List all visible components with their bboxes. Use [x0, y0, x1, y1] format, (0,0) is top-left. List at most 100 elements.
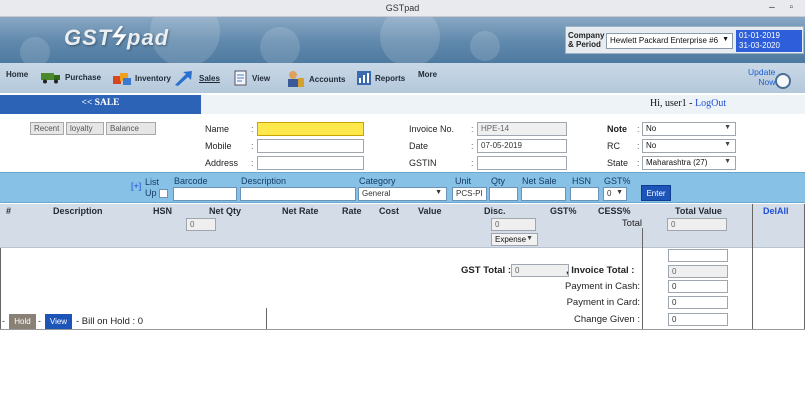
gst-select[interactable]: 0 ▼: [603, 187, 627, 201]
invoice-extra-field[interactable]: [668, 249, 728, 262]
chevron-down-icon: ▼: [526, 235, 533, 242]
list-label: List: [145, 177, 160, 187]
app-logo: GSTϟpad: [64, 21, 170, 51]
up-label: Up: [145, 188, 157, 198]
address-input[interactable]: [257, 156, 364, 170]
chevron-down-icon: ▼: [724, 124, 731, 131]
category-select[interactable]: General ▼: [358, 187, 447, 201]
chevron-down-icon: ▼: [616, 189, 623, 196]
col-number: #: [6, 206, 12, 216]
mobile-input[interactable]: [257, 139, 364, 153]
col-disc: Disc.: [484, 206, 506, 216]
col-rate: Rate: [342, 206, 362, 216]
update-icon[interactable]: [775, 73, 791, 89]
col-cost: Cost: [379, 206, 399, 216]
note-select[interactable]: No ▼: [642, 122, 736, 136]
col-value: Value: [418, 206, 442, 216]
payment-cash-input[interactable]: 0: [668, 280, 728, 293]
company-period-panel: Company & Period Hewlett Packard Enterpri…: [565, 26, 804, 54]
name-input[interactable]: [257, 122, 364, 136]
state-select[interactable]: Maharashtra (27) ▼: [642, 156, 736, 170]
date-label: Date: [409, 141, 429, 151]
net-qty-total-field: 0: [186, 218, 216, 231]
gst-total-field: 0: [511, 264, 569, 277]
qty-label: Qty: [491, 176, 506, 186]
chevron-down-icon: ▼: [724, 158, 731, 165]
app-header: GSTϟpad Company & Period Hewlett Packard …: [0, 17, 805, 63]
unit-select[interactable]: PCS-PI: [452, 187, 487, 201]
expense-select[interactable]: Expense ▼: [491, 233, 538, 246]
date-field[interactable]: 07-05-2019: [477, 139, 567, 153]
update-now-link[interactable]: Update Now: [748, 67, 775, 87]
chevron-down-icon: ▼: [722, 36, 729, 43]
reports-icon: [357, 71, 371, 85]
toolbar-sales[interactable]: Sales: [174, 70, 220, 86]
company-select[interactable]: Hewlett Packard Enterprise #6 ▼: [606, 33, 733, 49]
loyalty-button[interactable]: loyalty: [66, 122, 104, 135]
hsn-label: HSN: [572, 176, 592, 186]
delete-all-link[interactable]: DelAll: [763, 206, 789, 216]
main-toolbar: Home Purchase Inventory Sales View Accou…: [0, 63, 805, 93]
toolbar-inventory[interactable]: Inventory: [112, 70, 171, 86]
logout-link[interactable]: LogOut: [695, 98, 726, 109]
accounts-person-icon: [288, 71, 304, 87]
invoice-no-field: HPE-14: [477, 122, 567, 136]
window-controls[interactable]: – ▫: [769, 2, 799, 13]
bill-on-hold-status: - Bill on Hold : 0: [76, 316, 144, 327]
chevron-down-icon: ▼: [435, 189, 442, 196]
gstin-input[interactable]: [477, 156, 567, 170]
window-title: GSTpad: [385, 3, 420, 13]
unit-label: Unit: [455, 176, 472, 186]
balance-button[interactable]: Balance: [106, 122, 156, 135]
total-value-field: 0: [667, 218, 727, 231]
toolbar-accounts[interactable]: Accounts: [286, 70, 345, 88]
enter-button[interactable]: Enter: [641, 185, 671, 201]
category-label: Category: [359, 176, 396, 186]
description-input[interactable]: [240, 187, 356, 201]
qty-input[interactable]: [489, 187, 518, 201]
payment-card-label: Payment in Card:: [566, 297, 640, 308]
toolbar-purchase[interactable]: Purchase: [40, 70, 101, 84]
document-icon: [234, 70, 247, 86]
total-label: Total: [621, 218, 642, 229]
invoice-total-label: , Invoice Total :: [566, 265, 635, 276]
toolbar-view[interactable]: View: [233, 70, 270, 86]
state-label: State: [607, 158, 629, 168]
barcode-label: Barcode: [174, 176, 208, 186]
chevron-down-icon: ▼: [724, 141, 731, 148]
list-up-checkbox[interactable]: [159, 189, 168, 198]
col-description: Description: [53, 206, 103, 216]
net-sale-input[interactable]: [521, 187, 566, 201]
add-list-plus[interactable]: [+]: [131, 181, 141, 191]
user-greeting: Hi, user1 - LogOut: [650, 98, 727, 109]
rc-select[interactable]: No ▼: [642, 139, 736, 153]
invoice-no-label: Invoice No.: [409, 124, 455, 134]
view-hold-button[interactable]: View: [45, 314, 72, 329]
toolbar-reports[interactable]: Reports: [356, 70, 405, 86]
toolbar-more[interactable]: More: [418, 70, 437, 79]
address-label: Address: [205, 158, 239, 168]
disc-field: 0: [491, 218, 536, 231]
col-gst: GST%: [550, 206, 577, 216]
gst-total-label: GST Total :: [461, 265, 511, 276]
gst-label: GST%: [604, 176, 631, 186]
sales-chart-icon: [175, 71, 192, 86]
truck-icon: [41, 73, 60, 84]
period-dates[interactable]: 01-01-2019 31-03-2020: [736, 30, 802, 52]
description-label: Description: [241, 176, 287, 186]
payment-cash-label: Payment in Cash:: [565, 281, 640, 292]
hsn-input[interactable]: [570, 187, 599, 201]
barcode-input[interactable]: [173, 187, 237, 201]
col-hsn: HSN: [153, 206, 173, 216]
sale-tab[interactable]: << SALE: [0, 95, 201, 114]
hold-button[interactable]: Hold: [9, 314, 36, 329]
col-net-rate: Net Rate: [282, 206, 319, 216]
recent-button[interactable]: Recent: [30, 122, 64, 135]
change-given-field: 0: [668, 313, 728, 326]
col-net-qty: Net Qty: [209, 206, 242, 216]
payment-card-input[interactable]: 0: [668, 296, 728, 309]
mobile-label: Mobile: [205, 141, 232, 151]
toolbar-home[interactable]: Home: [6, 70, 28, 79]
col-cess: CESS%: [598, 206, 631, 216]
invoice-total-field: 0: [668, 265, 728, 278]
